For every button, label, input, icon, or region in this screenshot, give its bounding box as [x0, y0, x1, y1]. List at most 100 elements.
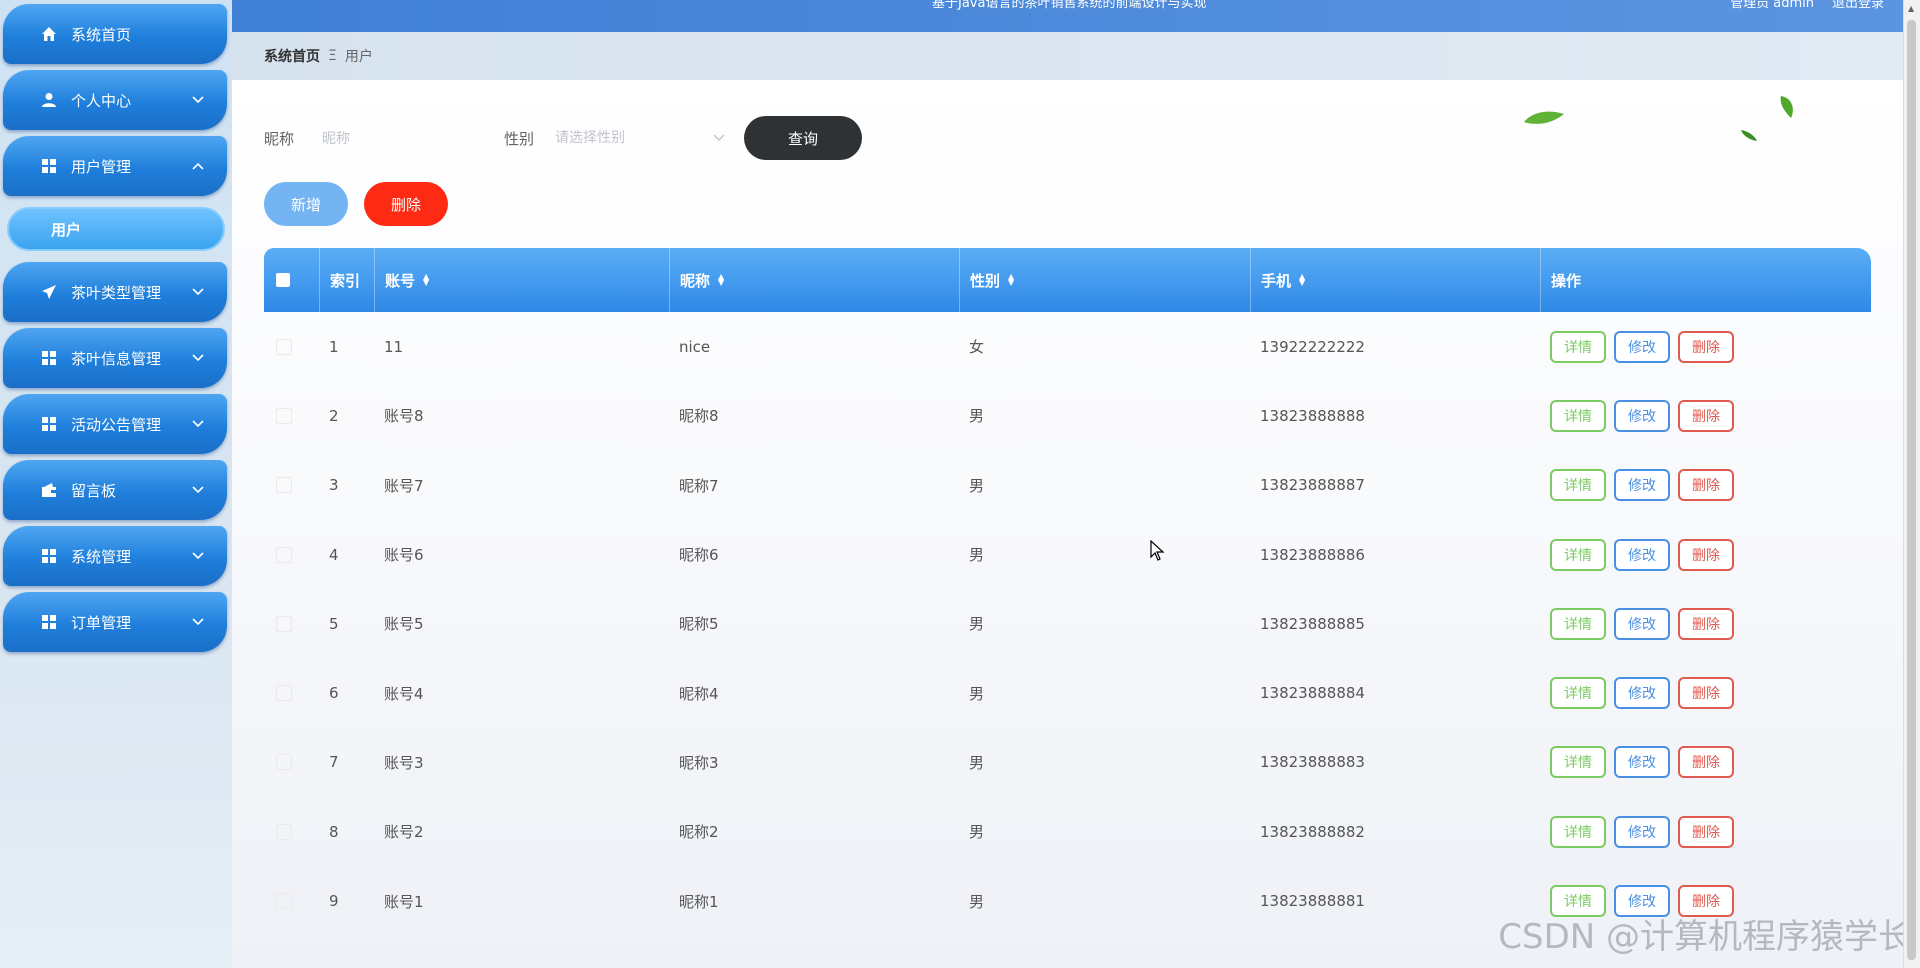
- detail-button[interactable]: 详情: [1550, 815, 1606, 848]
- delete-button[interactable]: 删除: [1678, 330, 1734, 363]
- breadcrumb-home[interactable]: 系统首页: [264, 46, 320, 66]
- column-header-label: 手机: [1261, 271, 1292, 290]
- delete-button[interactable]: 删除: [1678, 815, 1734, 848]
- delete-button[interactable]: 删除: [1678, 538, 1734, 571]
- delete-button[interactable]: 删除: [1678, 746, 1734, 779]
- cell-nickname: 昵称8: [679, 407, 719, 426]
- table-header: 索引 账号 ▲ ▼ 昵称 ▲ ▼ 性别 ▲ ▼ 手机 ▲ ▼ 操作: [264, 248, 1871, 312]
- column-header-account[interactable]: 账号 ▲ ▼: [374, 248, 669, 312]
- cell-nickname: 昵称1: [679, 892, 719, 911]
- cell-actions: 详情 修改 删除: [1540, 312, 1871, 381]
- sidebar-item-label: 留言板: [71, 481, 117, 500]
- delete-button[interactable]: 删除: [1678, 469, 1734, 502]
- sidebar-item-message-board[interactable]: 留言板: [3, 460, 227, 520]
- logout-link[interactable]: 退出登录: [1832, 0, 1884, 11]
- chevron-down-icon: [191, 483, 205, 497]
- column-header-phone[interactable]: 手机 ▲ ▼: [1250, 248, 1540, 312]
- cell-actions: 详情 修改 删除: [1540, 381, 1871, 450]
- sidebar-item-label: 订单管理: [71, 613, 132, 632]
- sidebar-item-tea-type[interactable]: 茶叶类型管理: [3, 262, 227, 322]
- column-header-gender[interactable]: 性别 ▲ ▼: [959, 248, 1250, 312]
- detail-button[interactable]: 详情: [1550, 607, 1606, 640]
- sidebar-item-home[interactable]: 系统首页: [3, 4, 227, 64]
- cell-index: 4: [329, 545, 339, 564]
- cell-phone: 13823888882: [1260, 822, 1365, 841]
- gender-label: 性别: [504, 130, 535, 148]
- edit-button[interactable]: 修改: [1614, 607, 1670, 640]
- detail-button[interactable]: 详情: [1550, 469, 1606, 502]
- system-title: 基于Java语言的茶叶销售系统的前端设计与实现: [932, 0, 1207, 11]
- watermark: CSDN @计算机程序猿学长: [1498, 917, 1912, 957]
- sort-icon[interactable]: ▲ ▼: [718, 273, 724, 287]
- cell-phone: 13823888881: [1260, 892, 1365, 911]
- row-checkbox[interactable]: [276, 754, 292, 771]
- user-icon: [39, 90, 59, 110]
- cell-phone: 13823888888: [1260, 406, 1365, 425]
- sidebar-item-tea-info[interactable]: 茶叶信息管理: [3, 328, 227, 388]
- sidebar-item-order-management[interactable]: 订单管理: [3, 592, 227, 652]
- column-header-label: 操作: [1551, 271, 1582, 290]
- sort-icon[interactable]: ▲ ▼: [1008, 273, 1014, 287]
- delete-button[interactable]: 删除: [1678, 677, 1734, 710]
- cell-account: 账号2: [384, 823, 424, 842]
- row-checkbox[interactable]: [276, 823, 292, 840]
- user-table: 索引 账号 ▲ ▼ 昵称 ▲ ▼ 性别 ▲ ▼ 手机 ▲ ▼ 操作 1 11 n…: [264, 248, 1871, 936]
- sidebar-item-announcement[interactable]: 活动公告管理: [3, 394, 227, 454]
- chevron-down-icon: [191, 615, 205, 629]
- cell-account: 11: [384, 337, 404, 356]
- edit-button[interactable]: 修改: [1614, 399, 1670, 432]
- gender-select[interactable]: 请选择性别: [555, 122, 725, 154]
- sort-icon[interactable]: ▲ ▼: [1299, 273, 1305, 287]
- row-checkbox[interactable]: [276, 893, 292, 910]
- delete-button[interactable]: 删除: [1678, 399, 1734, 432]
- row-checkbox[interactable]: [276, 338, 292, 355]
- breadcrumb-separator: Ξ: [328, 48, 337, 64]
- edit-button[interactable]: 修改: [1614, 538, 1670, 571]
- scrollbar-thumb[interactable]: [1907, 20, 1916, 960]
- leaf-icon: [1741, 130, 1757, 141]
- sidebar-item-user-management[interactable]: 用户管理: [3, 136, 227, 196]
- cell-account: 账号8: [384, 407, 424, 426]
- detail-button[interactable]: 详情: [1550, 538, 1606, 571]
- row-select-cell: [264, 312, 319, 381]
- edit-button[interactable]: 修改: [1614, 746, 1670, 779]
- row-checkbox[interactable]: [276, 685, 292, 702]
- cell-actions: 详情 修改 删除: [1540, 797, 1871, 866]
- delete-button[interactable]: 删除: [1678, 607, 1734, 640]
- add-button[interactable]: 新增: [264, 182, 348, 226]
- row-checkbox[interactable]: [276, 407, 292, 424]
- scroll-up-icon[interactable]: ▲: [1908, 4, 1914, 13]
- chevron-down-icon: [713, 122, 725, 154]
- grid-icon: [39, 414, 59, 434]
- row-checkbox[interactable]: [276, 615, 292, 632]
- sidebar-subitem-user[interactable]: 用户: [7, 207, 225, 251]
- edit-button[interactable]: 修改: [1614, 330, 1670, 363]
- detail-button[interactable]: 详情: [1550, 330, 1606, 363]
- edit-button[interactable]: 修改: [1614, 677, 1670, 710]
- sidebar-item-profile[interactable]: 个人中心: [3, 70, 227, 130]
- edit-button[interactable]: 修改: [1614, 815, 1670, 848]
- vertical-scrollbar[interactable]: ▲: [1903, 0, 1920, 968]
- sidebar-item-label: 茶叶信息管理: [71, 349, 162, 368]
- row-checkbox[interactable]: [276, 546, 292, 563]
- cell-actions: 详情 修改 删除: [1540, 589, 1871, 658]
- column-header-nickname[interactable]: 昵称 ▲ ▼: [669, 248, 959, 312]
- detail-button[interactable]: 详情: [1550, 746, 1606, 779]
- table-row: 2 账号8 昵称8 男 13823888888 详情 修改 删除: [264, 381, 1871, 450]
- sidebar-item-label: 茶叶类型管理: [71, 283, 162, 302]
- detail-button[interactable]: 详情: [1550, 399, 1606, 432]
- edit-button[interactable]: 修改: [1614, 469, 1670, 502]
- table-row: 8 账号2 昵称2 男 13823888882 详情 修改 删除: [264, 797, 1871, 866]
- row-checkbox[interactable]: [276, 477, 292, 494]
- batch-delete-button[interactable]: 删除: [364, 182, 448, 226]
- query-button[interactable]: 查询: [744, 116, 862, 160]
- detail-button[interactable]: 详情: [1550, 677, 1606, 710]
- cell-index: 1: [329, 337, 339, 356]
- cell-gender: 男: [969, 684, 985, 703]
- select-all-checkbox[interactable]: [276, 273, 290, 287]
- nickname-input[interactable]: [320, 122, 474, 156]
- sidebar-item-system-management[interactable]: 系统管理: [3, 526, 227, 586]
- chevron-down-icon: [191, 285, 205, 299]
- sort-icon[interactable]: ▲ ▼: [423, 273, 429, 287]
- row-select-cell: [264, 728, 319, 797]
